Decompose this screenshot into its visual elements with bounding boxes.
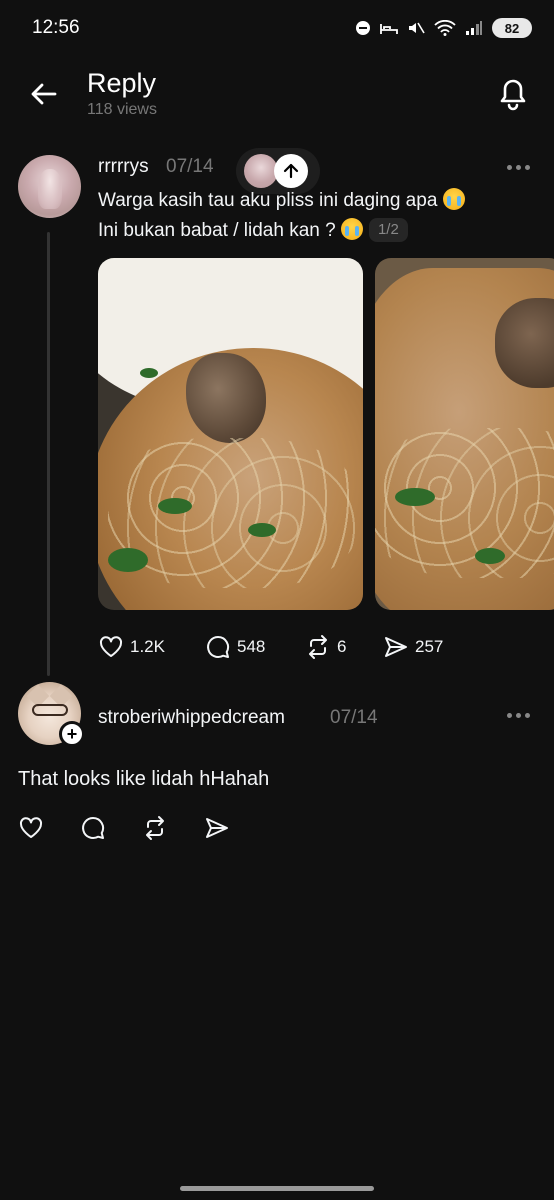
sleep-mode-icon bbox=[380, 24, 398, 34]
repost-icon[interactable] bbox=[142, 815, 168, 841]
share-count: 257 bbox=[415, 637, 444, 656]
post-date: 07/14 bbox=[166, 156, 214, 177]
post-text-line1: Warga kasih tau aku pliss ini daging apa bbox=[98, 190, 438, 211]
send-icon bbox=[385, 637, 407, 657]
comment-button[interactable]: 548 bbox=[205, 634, 305, 660]
arrow-up-icon bbox=[274, 154, 308, 188]
heart-icon[interactable] bbox=[18, 815, 44, 841]
thread-line bbox=[47, 232, 50, 676]
post-username[interactable]: rrrrrys bbox=[98, 156, 149, 178]
mute-icon bbox=[409, 22, 425, 34]
reply-actions bbox=[18, 815, 230, 841]
status-icons: 82 bbox=[355, 18, 532, 38]
arrow-left-icon[interactable] bbox=[28, 78, 60, 110]
post-image-1[interactable] bbox=[98, 258, 363, 610]
repost-icon bbox=[309, 635, 327, 659]
like-count: 1.2K bbox=[130, 637, 165, 656]
repost-count: 6 bbox=[337, 637, 347, 656]
repost-button[interactable]: 6 bbox=[305, 634, 383, 660]
more-horizontal-icon[interactable] bbox=[507, 710, 531, 720]
comment-icon bbox=[207, 635, 230, 658]
header: Reply 118 views bbox=[0, 60, 554, 130]
comment-count: 548 bbox=[237, 637, 266, 656]
battery-indicator: 82 bbox=[492, 18, 532, 38]
home-indicator[interactable] bbox=[180, 1186, 374, 1191]
chip-avatar bbox=[244, 154, 278, 188]
post-author-avatar[interactable] bbox=[18, 155, 81, 218]
post-text-line2: Ini bukan babat / lidah kan ? bbox=[98, 220, 336, 241]
heart-icon bbox=[99, 636, 123, 657]
glasses-icon bbox=[32, 704, 68, 716]
view-count: 118 views bbox=[87, 101, 157, 118]
bell-icon[interactable] bbox=[496, 74, 530, 112]
crying-emoji-icon bbox=[340, 218, 363, 240]
reply-username[interactable]: stroberiwhippedcream bbox=[98, 707, 285, 729]
status-bar: 12:56 82 bbox=[0, 0, 554, 56]
like-button[interactable]: 1.2K bbox=[98, 634, 205, 660]
follow-plus-icon[interactable]: + bbox=[59, 721, 85, 747]
post-image-2[interactable] bbox=[375, 258, 554, 610]
dnd-icon bbox=[356, 21, 370, 35]
page-title: Reply bbox=[87, 68, 157, 98]
post-actions: 1.2K 548 6 257 bbox=[98, 634, 443, 660]
image-counter-badge: 1/2 bbox=[368, 218, 408, 242]
send-icon[interactable] bbox=[204, 815, 230, 841]
share-button[interactable]: 257 bbox=[383, 634, 443, 660]
post-text: Warga kasih tau aku pliss ini daging apa… bbox=[98, 186, 538, 246]
signal-icon bbox=[466, 21, 482, 35]
status-time: 12:56 bbox=[32, 17, 80, 38]
avatar-photo bbox=[38, 169, 62, 209]
wifi-icon bbox=[434, 20, 456, 36]
crying-emoji-icon bbox=[442, 188, 465, 210]
reply-text: That looks like lidah hHahah bbox=[18, 768, 270, 790]
reply-date: 07/14 bbox=[330, 707, 378, 728]
more-horizontal-icon[interactable] bbox=[507, 162, 531, 172]
comment-icon[interactable] bbox=[80, 815, 106, 841]
